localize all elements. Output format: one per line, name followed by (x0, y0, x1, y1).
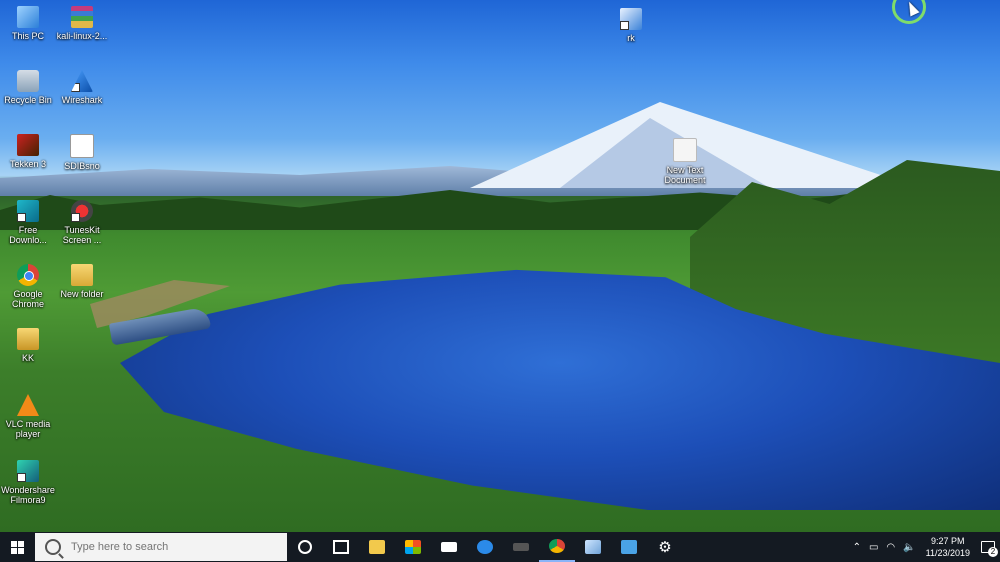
text-document-icon (673, 138, 697, 162)
mail-icon (441, 542, 457, 552)
kali-icon (513, 543, 529, 551)
desktop-icon-kali-linux[interactable]: kali-linux-2... (54, 6, 110, 41)
desktop-icon-tuneskit[interactable]: TunesKit Screen ... (54, 200, 110, 245)
clock-date: 11/23/2019 (925, 548, 970, 558)
search-input[interactable] (69, 540, 273, 554)
desktop-icon-sdl[interactable]: SDIBsno (54, 134, 110, 171)
this-pc-icon (17, 6, 39, 28)
store-button[interactable] (395, 532, 431, 562)
desktop-icon-vlc[interactable]: VLC media player (0, 394, 56, 439)
wireshark-icon (71, 70, 93, 92)
desktop-icon-label: Tekken 3 (9, 159, 47, 169)
mail-button[interactable] (431, 532, 467, 562)
cortana-icon (298, 540, 312, 554)
desktop-icon-label: KK (21, 353, 34, 363)
desktop-icon-label: New folder (60, 289, 104, 299)
action-center-button[interactable]: 2 (976, 532, 1000, 562)
cortana-button[interactable] (287, 532, 323, 562)
filmora-icon (17, 460, 39, 482)
desktop-icon-label: Recycle Bin (4, 95, 52, 105)
desktop-icon-this-pc[interactable]: This PC (0, 6, 56, 41)
folder-icon (71, 264, 93, 286)
rk-icon (620, 8, 642, 30)
battery-icon[interactable]: ▭ (869, 542, 878, 553)
photos-icon (621, 540, 637, 554)
windows-logo-icon (10, 540, 24, 554)
desktop-icon-label: rk (627, 33, 635, 43)
store-icon (405, 540, 421, 554)
desktop-icon-recycle-bin[interactable]: Recycle Bin (0, 70, 56, 105)
start-button[interactable] (0, 532, 34, 562)
desktop-icon-google-chrome[interactable]: Google Chrome (0, 264, 56, 309)
photos-button[interactable] (611, 532, 647, 562)
desktop-icon-label: Google Chrome (11, 289, 44, 309)
settings-button[interactable]: ⚙ (647, 532, 683, 562)
file-explorer-icon (369, 540, 385, 554)
desktop-icon-tekken[interactable]: Tekken 3 (0, 134, 56, 169)
desktop-icon-label: Wondershare Filmora9 (1, 485, 55, 505)
winrar-archive-icon (71, 6, 93, 28)
desktop-icon-free-download-manager[interactable]: Free Downlo... (0, 200, 56, 245)
desktop-icon-new-folder[interactable]: New folder (54, 264, 110, 299)
chrome-taskbar-button[interactable] (539, 532, 575, 562)
settings-icon: ⚙ (658, 539, 672, 556)
chevron-up-icon[interactable]: ⌃ (853, 542, 861, 553)
taskbar: ⚙ ⌃ ▭ ◠ 🔈 9:27 PM 11/23/2019 2 (0, 532, 1000, 562)
desktop-icon-label: New Text Document (664, 165, 706, 185)
desktop-wallpaper: This PC kali-linux-2... Recycle Bin Wire… (0, 0, 1000, 532)
app-button[interactable] (575, 532, 611, 562)
task-view-button[interactable] (323, 532, 359, 562)
clock-time: 9:27 PM (931, 536, 965, 546)
desktop-icon-label: This PC (11, 31, 44, 41)
desktop-icon-label: VLC media player (5, 419, 51, 439)
wifi-icon[interactable]: ◠ (886, 542, 895, 553)
clock[interactable]: 9:27 PM 11/23/2019 (926, 535, 970, 559)
notification-count-badge: 2 (988, 547, 998, 557)
edge-icon (477, 540, 493, 554)
desktop-icon-new-text-document[interactable]: New Text Document (657, 138, 713, 185)
app-icon (585, 540, 601, 554)
tekken-icon (17, 134, 39, 156)
search-icon (45, 539, 61, 555)
desktop-icon-rk[interactable]: rk (603, 8, 659, 43)
desktop-icon-kk[interactable]: KK (0, 328, 56, 363)
volume-icon[interactable]: 🔈 (903, 542, 915, 553)
chrome-icon (549, 539, 565, 553)
desktop-icon-label: TunesKit Screen ... (62, 225, 102, 245)
file-explorer-button[interactable] (359, 532, 395, 562)
vlc-icon (17, 394, 39, 416)
desktop-icon-label: SDIBsno (64, 161, 100, 171)
free-download-manager-icon (17, 200, 39, 222)
system-tray: ⌃ ▭ ◠ 🔈 9:27 PM 11/23/2019 2 (849, 532, 1000, 562)
folder-icon (17, 328, 39, 350)
sdl-icon (70, 134, 94, 158)
chrome-icon (17, 264, 39, 286)
taskbar-search-box[interactable] (35, 533, 287, 561)
desktop-icon-wireshark[interactable]: Wireshark (54, 70, 110, 105)
tuneskit-icon (71, 200, 93, 222)
edge-button[interactable] (467, 532, 503, 562)
kali-button[interactable] (503, 532, 539, 562)
task-view-icon (333, 540, 349, 554)
desktop-icon-label: kali-linux-2... (56, 31, 108, 41)
recycle-bin-icon (17, 70, 39, 92)
desktop-icon-label: Free Downlo... (9, 225, 47, 245)
desktop-icon-filmora[interactable]: Wondershare Filmora9 (0, 460, 56, 505)
desktop-icon-label: Wireshark (61, 95, 103, 105)
